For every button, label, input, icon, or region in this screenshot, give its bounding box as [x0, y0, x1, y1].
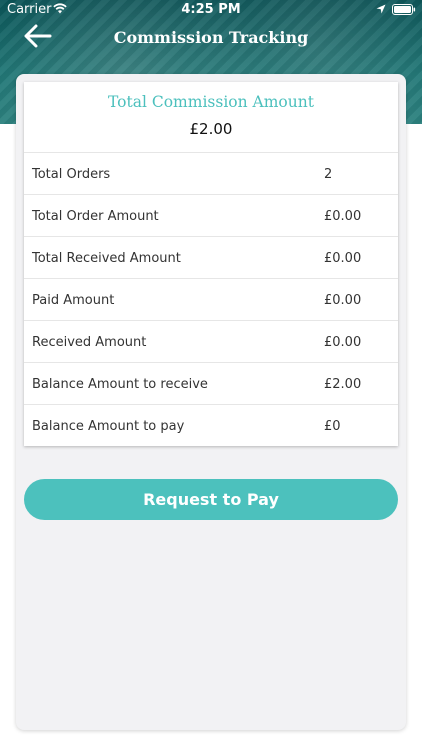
row-balance-to-receive: Balance Amount to receive £2.00: [24, 363, 398, 405]
row-value: £0: [324, 419, 341, 434]
row-label: Paid Amount: [32, 293, 115, 308]
battery-icon: [392, 4, 416, 15]
row-paid-amount: Paid Amount £0.00: [24, 279, 398, 321]
row-label: Received Amount: [32, 335, 147, 350]
row-value: £0.00: [324, 293, 362, 308]
commission-tracking-screen: Carrier 4:25 PM Commission Tracking Tota: [0, 0, 422, 750]
commission-summary-card: Total Commission Amount £2.00 Total Orde…: [24, 82, 398, 446]
row-received-amount: Received Amount £0.00: [24, 321, 398, 363]
status-time: 4:25 PM: [181, 2, 241, 17]
location-arrow-icon: [376, 4, 386, 14]
row-label: Total Received Amount: [32, 251, 181, 266]
row-label: Balance Amount to pay: [32, 419, 185, 434]
row-total-received-amount: Total Received Amount £0.00: [24, 237, 398, 279]
status-bar: Carrier 4:25 PM: [0, 0, 422, 20]
row-total-order-amount: Total Order Amount £0.00: [24, 195, 398, 237]
row-value: £0.00: [324, 335, 362, 350]
summary-header: Total Commission Amount £2.00: [24, 82, 398, 153]
row-balance-to-pay: Balance Amount to pay £0: [24, 405, 398, 446]
total-commission-amount: £2.00: [189, 120, 233, 138]
row-label: Total Order Amount: [32, 209, 159, 224]
row-value: 2: [324, 167, 333, 182]
row-label: Balance Amount to receive: [32, 377, 208, 392]
page-title: Commission Tracking: [113, 28, 309, 47]
row-total-orders: Total Orders 2: [24, 153, 398, 195]
request-to-pay-button[interactable]: Request to Pay: [24, 479, 398, 520]
row-value: £0.00: [324, 251, 362, 266]
row-value: £0.00: [324, 209, 362, 224]
row-label: Total Orders: [32, 167, 111, 182]
summary-title: Total Commission Amount: [108, 93, 314, 111]
row-value: £2.00: [324, 377, 362, 392]
